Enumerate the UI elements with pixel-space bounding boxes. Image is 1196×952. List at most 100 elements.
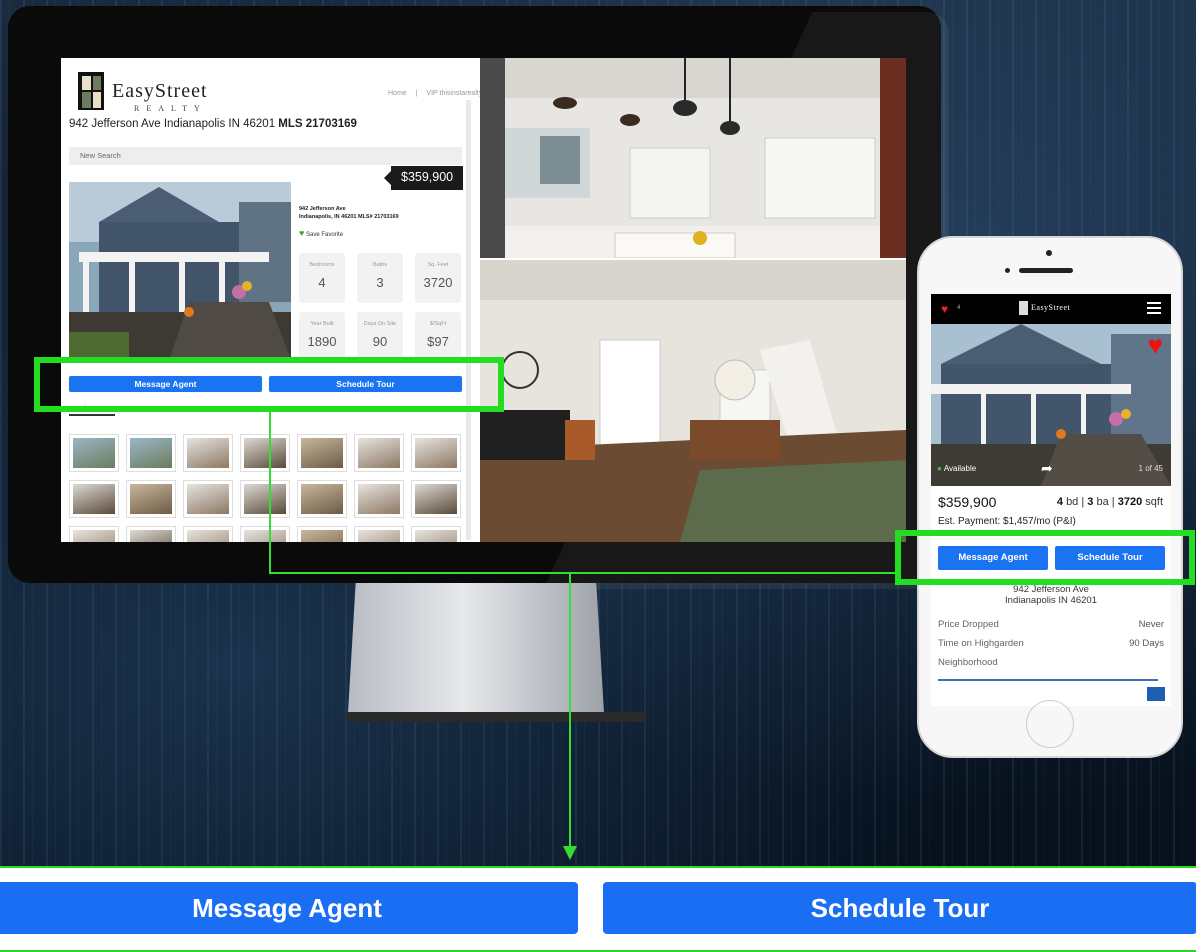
dining-room-photo[interactable] bbox=[480, 260, 906, 542]
detail-row-time-on-site: Time on Highgarden 90 Days bbox=[938, 638, 1164, 649]
listing-address-line2: Indianapolis, IN 46201 MLS# 21703169 bbox=[299, 213, 399, 220]
detail-row-price-dropped: Price Dropped Never bbox=[938, 619, 1164, 630]
beds-label: bd bbox=[1066, 496, 1079, 508]
photo-thumbnail[interactable] bbox=[297, 434, 347, 472]
photo-thumbnail[interactable] bbox=[240, 526, 290, 542]
photo-thumbnail[interactable] bbox=[240, 480, 290, 518]
connector-line bbox=[569, 572, 571, 848]
nav-vip-link[interactable]: VIP thisinstarealty bbox=[426, 90, 482, 97]
estimated-payment[interactable]: Est. Payment: $1,457/mo (P&I) bbox=[938, 516, 1076, 527]
mobile-phone: ♥ 4 EasyStreet ♥ Available ➦ 1 of 45 $35… bbox=[917, 236, 1183, 758]
mobile-buttons-highlight bbox=[895, 530, 1195, 585]
zoom-schedule-tour-button[interactable]: Schedule Tour bbox=[603, 882, 1196, 934]
photo-counter: 1 of 45 bbox=[1138, 464, 1163, 473]
photo-thumbnail[interactable] bbox=[411, 480, 461, 518]
scrollbar[interactable] bbox=[466, 100, 471, 540]
detail-row-neighborhood[interactable]: Neighborhood bbox=[938, 657, 1164, 668]
mobile-price: $359,900 bbox=[938, 494, 997, 510]
favorites-heart-icon[interactable]: ♥ bbox=[941, 302, 948, 316]
title-mls: MLS 21703169 bbox=[278, 118, 357, 130]
photo-thumbnail[interactable] bbox=[183, 526, 233, 542]
stat-label: $/SqFt bbox=[429, 321, 447, 327]
desktop-monitor: EasyStreet REALTY Home | VIP thisinstare… bbox=[8, 6, 949, 589]
photo-thumbnail[interactable] bbox=[354, 526, 404, 542]
phone-camera-icon bbox=[1046, 250, 1052, 256]
stat-value: 90 bbox=[372, 334, 388, 349]
stat-sqft: Sq. Feet 3720 bbox=[415, 253, 461, 303]
phone-speaker bbox=[1019, 268, 1073, 273]
photo-thumbnail[interactable] bbox=[69, 434, 119, 472]
detail-value: 90 Days bbox=[1129, 638, 1164, 649]
detail-label: Time on Highgarden bbox=[938, 638, 1024, 649]
new-search-bar[interactable]: New Search bbox=[69, 147, 462, 165]
stat-label: Bedrooms bbox=[309, 262, 335, 268]
zoomed-buttons-strip: Message Agent Schedule Tour bbox=[0, 866, 1196, 952]
logo-window-icon bbox=[78, 72, 104, 110]
share-icon[interactable]: ➦ bbox=[1041, 460, 1053, 477]
stat-price-per-sqft: $/SqFt $97 bbox=[415, 312, 461, 362]
house-exterior-photo[interactable] bbox=[69, 182, 291, 360]
stat-value: 1890 bbox=[307, 334, 337, 349]
photo-thumbnail[interactable] bbox=[411, 434, 461, 472]
save-favorite-label: Save Favorite bbox=[306, 232, 344, 238]
monitor-stand-base bbox=[346, 712, 646, 722]
listing-address: 942 Jefferson Ave Indianapolis, IN 46201… bbox=[299, 206, 399, 221]
listing-panel: EasyStreet REALTY Home | VIP thisinstare… bbox=[61, 58, 482, 542]
photo-thumbnail-grid bbox=[69, 434, 461, 542]
detail-label: Price Dropped bbox=[938, 619, 999, 630]
monitor-stand bbox=[348, 583, 604, 713]
nav-home-link[interactable]: Home bbox=[388, 90, 407, 97]
stat-label: Year Built bbox=[310, 321, 334, 327]
photo-thumbnail[interactable] bbox=[183, 480, 233, 518]
sqft-label: sqft bbox=[1145, 496, 1163, 508]
availability-badge: Available bbox=[937, 464, 976, 473]
photo-thumbnail[interactable] bbox=[297, 526, 347, 542]
stat-value: 3720 bbox=[423, 275, 453, 290]
photo-thumbnail[interactable] bbox=[354, 434, 404, 472]
photo-thumbnail[interactable] bbox=[69, 480, 119, 518]
connector-line bbox=[269, 412, 271, 574]
kitchen-photo[interactable] bbox=[480, 58, 906, 258]
beds-value: 4 bbox=[1056, 496, 1063, 508]
photo-thumbnail[interactable] bbox=[240, 434, 290, 472]
stat-label: Sq. Feet bbox=[427, 262, 449, 268]
title-address: 942 Jefferson Ave Indianapolis IN 46201 bbox=[69, 118, 276, 130]
listing-broker-icon bbox=[1147, 687, 1165, 701]
listing-address-line1: 942 Jefferson Ave bbox=[299, 206, 346, 212]
photo-thumbnail[interactable] bbox=[126, 480, 176, 518]
stat-bedrooms: Bedrooms 4 bbox=[299, 253, 345, 303]
photo-thumbnail[interactable] bbox=[126, 434, 176, 472]
stat-value: 3 bbox=[376, 275, 384, 290]
favorite-heart-icon[interactable]: ♥ bbox=[1148, 332, 1163, 358]
section-divider bbox=[938, 679, 1158, 681]
photo-thumbnail[interactable] bbox=[411, 526, 461, 542]
stat-days-on-site: Days On Site 90 bbox=[357, 312, 403, 362]
desktop-screen: EasyStreet REALTY Home | VIP thisinstare… bbox=[61, 58, 906, 542]
phone-home-button[interactable] bbox=[1026, 700, 1074, 748]
page-title: 942 Jefferson Ave Indianapolis IN 46201 … bbox=[69, 118, 357, 130]
save-favorite-link[interactable]: ♥ Save Favorite bbox=[299, 228, 343, 238]
photo-thumbnail[interactable] bbox=[69, 526, 119, 542]
photo-thumbnail[interactable] bbox=[126, 526, 176, 542]
logo-name: EasyStreet bbox=[112, 80, 208, 102]
photo-thumbnail[interactable] bbox=[354, 480, 404, 518]
hamburger-menu-icon[interactable] bbox=[1147, 302, 1161, 314]
connector-line bbox=[269, 572, 897, 574]
sqft-value: 3720 bbox=[1117, 496, 1143, 508]
stat-label: Baths bbox=[372, 262, 388, 268]
brand-logo[interactable]: EasyStreet REALTY bbox=[76, 68, 226, 113]
stat-year-built: Year Built 1890 bbox=[299, 312, 345, 362]
zoom-message-agent-button[interactable]: Message Agent bbox=[0, 882, 578, 934]
favorites-count: 4 bbox=[957, 305, 961, 311]
price-tag: $359,900 bbox=[384, 166, 463, 190]
mobile-brand[interactable]: EasyStreet bbox=[1031, 303, 1070, 312]
stat-label: Days On Site bbox=[363, 321, 397, 327]
mobile-header: ♥ 4 EasyStreet bbox=[931, 294, 1171, 324]
mobile-screen: ♥ 4 EasyStreet ♥ Available ➦ 1 of 45 $35… bbox=[931, 294, 1171, 706]
mobile-address-line1: 942 Jefferson Ave bbox=[1013, 584, 1089, 595]
nav-separator: | bbox=[415, 90, 418, 97]
photo-thumbnail[interactable] bbox=[183, 434, 233, 472]
stat-baths: Baths 3 bbox=[357, 253, 403, 303]
photo-thumbnail[interactable] bbox=[297, 480, 347, 518]
heart-icon: ♥ bbox=[299, 228, 305, 238]
